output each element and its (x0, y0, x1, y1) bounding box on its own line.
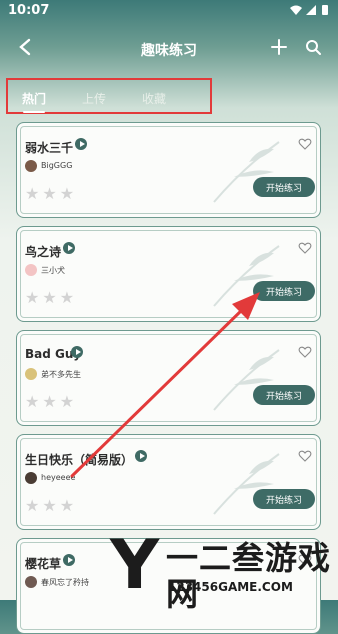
play-icon[interactable] (75, 138, 87, 150)
add-button[interactable] (264, 32, 294, 62)
star-rating: ★★★ (25, 392, 78, 411)
heart-icon[interactable] (298, 137, 312, 151)
avatar (25, 160, 37, 172)
status-time: 10:07 (8, 3, 50, 18)
avatar (25, 264, 37, 276)
heart-icon[interactable] (298, 449, 312, 463)
avatar (25, 576, 37, 588)
tab-hot[interactable]: 热门 (22, 90, 46, 113)
star-rating: ★★★ (25, 496, 78, 515)
start-practice-button[interactable]: 开始练习 (253, 489, 315, 509)
author-name: heyeeee (41, 473, 76, 482)
author-name: BigGGG (41, 161, 73, 170)
status-bar: 10:07 (0, 0, 338, 22)
author-name: 三小犬 (41, 266, 65, 275)
star-rating: ★★★ (25, 184, 78, 203)
song-card[interactable]: 鸟之诗 三小犬 ★★★ 开始练习 (16, 226, 321, 322)
watermark-text: 一二叁游戏网 (166, 539, 332, 613)
chevron-left-icon (19, 38, 31, 56)
song-card[interactable]: 生日快乐（简易版） heyeeee ★★★ 开始练习 (16, 434, 321, 530)
song-title: 鸟之诗 (25, 245, 62, 259)
site-watermark: Y 一二叁游戏网 123456GAME.COM (108, 532, 338, 613)
heart-icon[interactable] (298, 345, 312, 359)
back-button[interactable] (10, 32, 40, 62)
tabs-highlight-box: 热门 上传 收藏 (6, 78, 212, 114)
play-icon[interactable] (71, 346, 83, 358)
song-title: 生日快乐（简易版） (25, 453, 134, 467)
play-icon[interactable] (135, 450, 147, 462)
heart-icon[interactable] (298, 241, 312, 255)
watermark-logo: Y (110, 526, 160, 605)
author-name: 春风忘了矜持 (41, 578, 89, 587)
author-name: 弟不多先生 (41, 370, 81, 379)
song-title: 弱水三千 (25, 141, 74, 155)
song-card[interactable]: 弱水三千 BigGGG ★★★ 开始练习 (16, 122, 321, 218)
star-rating: ★★★ (25, 288, 78, 307)
search-icon (306, 40, 321, 55)
song-card[interactable]: Bad Guy 弟不多先生 ★★★ 开始练习 (16, 330, 321, 426)
wifi-battery-icon (290, 5, 328, 15)
plus-icon (271, 39, 287, 55)
watermark-url: 123456GAME.COM (168, 580, 293, 594)
tab-upload[interactable]: 上传 (82, 90, 106, 107)
header: 趣味练习 (0, 26, 338, 70)
start-practice-button[interactable]: 开始练习 (253, 385, 315, 405)
tab-favorites[interactable]: 收藏 (142, 90, 166, 107)
start-practice-button[interactable]: 开始练习 (253, 281, 315, 301)
play-icon[interactable] (63, 242, 75, 254)
play-icon[interactable] (63, 554, 75, 566)
song-title: 樱花草 (25, 557, 62, 571)
avatar (25, 472, 37, 484)
search-button[interactable] (298, 32, 328, 62)
status-icons (288, 3, 332, 20)
start-practice-button[interactable]: 开始练习 (253, 177, 315, 197)
avatar (25, 368, 37, 380)
